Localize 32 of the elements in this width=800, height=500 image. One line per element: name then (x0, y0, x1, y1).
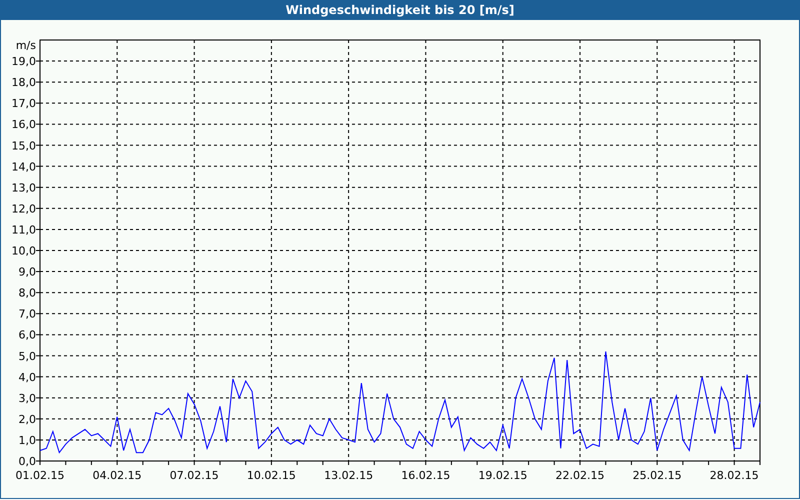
y-tick-label: 17,0 (12, 97, 36, 110)
x-tick-label: 25.02.15 (632, 469, 682, 482)
y-tick-label: 19,0 (12, 55, 36, 68)
y-tick-label: 9,0 (18, 266, 36, 279)
x-tick-label: 01.02.15 (16, 469, 64, 482)
y-axis-unit: m/s (16, 39, 36, 52)
y-tick-label: 6,0 (18, 328, 36, 342)
x-tick-label: 10.02.15 (246, 469, 296, 482)
x-tick-label: 22.02.15 (556, 469, 604, 482)
y-tick-label: 14,0 (12, 160, 36, 174)
y-tick-label: 5,0 (18, 350, 36, 363)
x-tick-label: 13.02.15 (324, 469, 374, 482)
y-tick-label: 13,0 (12, 181, 36, 194)
y-tick-label: 3,0 (18, 392, 36, 405)
y-tick-label: 0,0 (18, 455, 36, 468)
x-tick-label: 16.02.15 (401, 469, 450, 482)
x-tick-label: 19.02.15 (478, 469, 528, 482)
y-tick-label: 12,0 (12, 202, 36, 216)
y-tick-label: 1,0 (18, 434, 36, 447)
y-tick-label: 11,0 (12, 223, 36, 236)
y-tick-label: 10,0 (12, 244, 36, 258)
y-tick-label: 16,0 (12, 118, 36, 132)
y-tick-label: 15,0 (12, 139, 36, 152)
x-tick-label: 07.02.15 (170, 469, 219, 482)
x-tick-label: 04.02.15 (92, 469, 142, 482)
y-tick-label: 7,0 (18, 308, 36, 321)
y-tick-label: 8,0 (18, 286, 36, 300)
y-tick-label: 18,0 (12, 76, 36, 90)
window-title: Windgeschwindigkeit bis 20 [m/s] (0, 0, 800, 20)
x-tick-label: 28.02.15 (710, 469, 759, 482)
y-tick-label: 4,0 (18, 370, 36, 384)
y-tick-label: 2,0 (18, 412, 36, 426)
